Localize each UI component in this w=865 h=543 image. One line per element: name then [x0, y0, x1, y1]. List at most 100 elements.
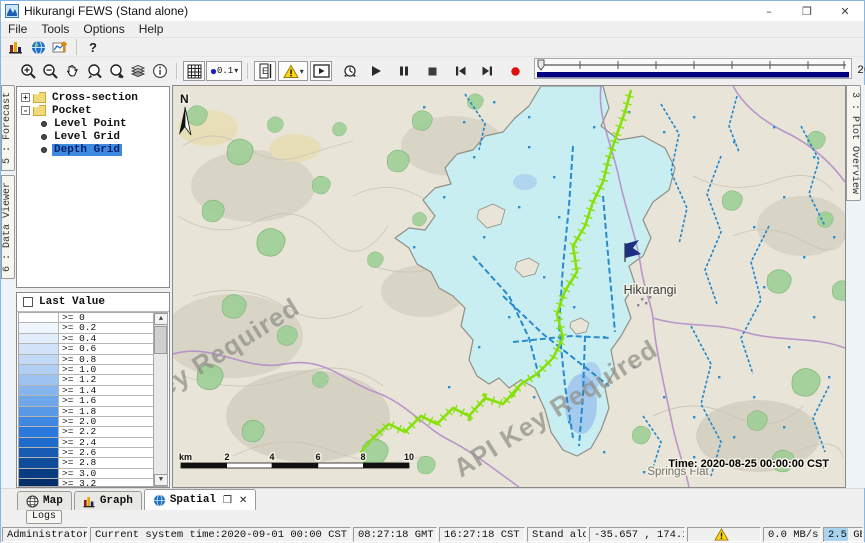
map-display-button[interactable]: [27, 37, 49, 57]
timer-icon: [342, 63, 358, 79]
legend-color-swatch: [19, 458, 59, 467]
animation-dialog-button[interactable]: [310, 61, 332, 81]
bar-chart-icon: [83, 495, 96, 508]
sidebar-tab-plot-overview[interactable]: 3 : Plot Overview: [846, 85, 861, 201]
legend-row-label: >= 1.8: [59, 407, 96, 416]
zoom-previous-button[interactable]: [83, 61, 105, 81]
database-display-button[interactable]: [5, 37, 27, 57]
warning-dropdown[interactable]: ▾: [278, 61, 308, 81]
legend-row-label: >= 0.4: [59, 334, 96, 343]
current-datetime-label: 2020-08-25 00:00:00 CST: [857, 65, 865, 77]
layers-button[interactable]: [127, 61, 149, 81]
menu-item-options[interactable]: Options: [76, 21, 131, 37]
scroll-thumb[interactable]: [154, 326, 167, 354]
time-slider-track: [534, 57, 852, 81]
pause-icon: [398, 65, 410, 77]
scale-tick: 8: [360, 452, 365, 462]
menu-item-help[interactable]: Help: [132, 21, 171, 37]
tree-item-level-grid[interactable]: Level Grid: [17, 130, 169, 143]
legend-color-swatch: [19, 323, 59, 332]
menu-item-tools[interactable]: Tools: [34, 21, 76, 37]
sidebar-tab-forecast[interactable]: 5 : Forecast: [1, 85, 15, 171]
tab-graph[interactable]: Graph: [74, 491, 142, 510]
expand-toggle-icon[interactable]: +: [21, 93, 30, 102]
threshold-dropdown[interactable]: 0.1 ▾: [206, 61, 242, 81]
scale-tick: 6: [315, 452, 320, 462]
scroll-up-button[interactable]: ▲: [154, 313, 168, 325]
maximize-button[interactable]: ❒: [788, 1, 826, 21]
zoom-previous-icon: [86, 63, 103, 80]
last-value-row: Last Value: [17, 293, 169, 312]
tab-label: Graph: [100, 495, 133, 507]
record-button[interactable]: [504, 61, 526, 81]
legend-row[interactable]: >= 1.6: [19, 396, 153, 406]
status-mode: Stand alone: [527, 527, 587, 542]
timer-button[interactable]: [339, 61, 361, 81]
step-backward-button[interactable]: [449, 61, 471, 81]
zoom-in-button[interactable]: [17, 61, 39, 81]
help-button[interactable]: ?: [82, 37, 104, 57]
tab-spatial[interactable]: Spatial ❒ ✕: [144, 489, 257, 510]
bottom-tabbar: Map Graph Spatial ❒ ✕: [1, 488, 864, 510]
tab-close-icon[interactable]: ✕: [239, 495, 247, 506]
grid-display-button[interactable]: [183, 61, 205, 81]
map-viewport[interactable]: API Key Required API Key Required Hikura…: [172, 85, 846, 488]
scale-unit-label: km: [179, 452, 192, 462]
tab-restore-icon[interactable]: ❒: [223, 495, 232, 506]
left-panel: + Cross-section - Pocket Level Point Lev…: [15, 85, 172, 488]
svg-text:E: E: [262, 66, 268, 76]
chart-arrow-icon: [52, 39, 69, 55]
toolbar-map: 0.1 ▾ E ▾: [1, 57, 864, 85]
legend-scrollbar[interactable]: ▲ ▼: [153, 313, 167, 486]
legend-row[interactable]: >= 3.2: [19, 479, 153, 487]
town-label-hikurangi: Hikurangi: [624, 283, 677, 297]
minimize-button[interactable]: –: [750, 1, 788, 21]
info-icon: [152, 63, 168, 79]
pause-button[interactable]: [393, 61, 415, 81]
last-value-label: Last Value: [39, 296, 105, 308]
timeseries-dialog-button[interactable]: [49, 37, 71, 57]
toolbar-separator: [176, 63, 177, 79]
tree-item-level-point[interactable]: Level Point: [17, 117, 169, 130]
legend-row-label: >= 1.4: [59, 386, 96, 395]
legend-color-swatch: [19, 427, 59, 436]
stop-button[interactable]: [421, 61, 443, 81]
scroll-down-button[interactable]: ▼: [154, 474, 168, 486]
tree-item-cross-section[interactable]: + Cross-section: [17, 91, 169, 104]
zoom-in-icon: [20, 63, 37, 80]
zoom-next-icon: [108, 63, 125, 80]
zoom-out-icon: [42, 63, 59, 80]
tree-item-depth-grid[interactable]: Depth Grid: [17, 143, 169, 156]
pan-button[interactable]: [61, 61, 83, 81]
zoom-next-button[interactable]: [105, 61, 127, 81]
tab-map[interactable]: Map: [17, 491, 72, 510]
close-button[interactable]: ✕: [826, 1, 864, 21]
status-local-time: 16:27:18 CST: [439, 527, 525, 542]
ruler-button[interactable]: E: [254, 61, 276, 81]
step-forward-button[interactable]: [476, 61, 498, 81]
legend-row-label: >= 2.6: [59, 448, 96, 457]
status-gmt-time: 08:27:18 GMT: [353, 527, 437, 542]
threshold-value: 0.1: [217, 66, 233, 76]
last-value-checkbox[interactable]: [23, 297, 33, 307]
zoom-out-button[interactable]: [39, 61, 61, 81]
menu-item-file[interactable]: File: [1, 21, 34, 37]
logs-button[interactable]: Logs: [26, 510, 62, 524]
grid-icon: [187, 64, 202, 79]
play-button[interactable]: [365, 61, 387, 81]
main-area: 5 : Forecast 6 : Data Viewer + Cross-sec…: [1, 85, 865, 488]
legend-row[interactable]: >= 0.6: [19, 344, 153, 354]
time-slider[interactable]: [534, 57, 852, 86]
sidebar-tab-data-viewer[interactable]: 6 : Data Viewer: [1, 175, 15, 279]
legend-row-label: >= 1.6: [59, 396, 96, 405]
legend-color-swatch: [19, 355, 59, 364]
status-warning[interactable]: [687, 527, 761, 542]
collapse-toggle-icon[interactable]: -: [21, 106, 30, 115]
toolbar-primary: ?: [1, 38, 864, 57]
legend-color-swatch: [19, 344, 59, 353]
folder-icon: [33, 105, 46, 116]
legend-color-swatch: [19, 396, 59, 405]
info-button[interactable]: [149, 61, 171, 81]
step-backward-icon: [454, 65, 467, 77]
tree-item-pocket[interactable]: - Pocket: [17, 104, 169, 117]
